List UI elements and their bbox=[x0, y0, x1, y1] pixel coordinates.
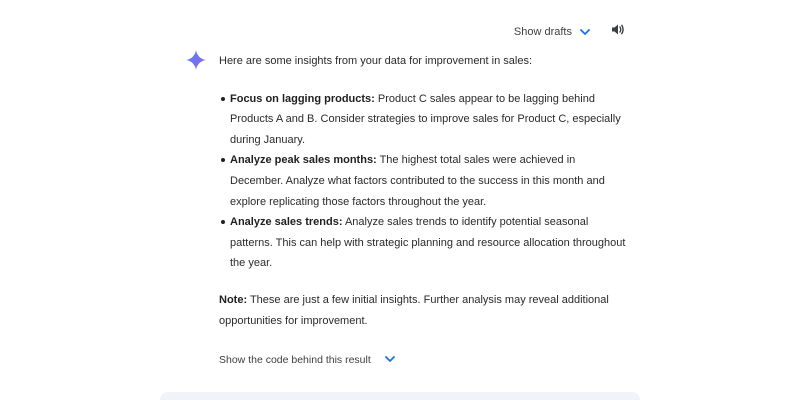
chat-response-view: Show drafts Here are some insights from … bbox=[0, 0, 800, 400]
note-text: These are just a few initial insights. F… bbox=[219, 293, 609, 327]
insight-title: Analyze peak sales months: bbox=[230, 154, 377, 167]
insight-title: Focus on lagging products: bbox=[230, 92, 375, 105]
insight-item-sales-trends: Analyze sales trends: Analyze sales tren… bbox=[221, 212, 629, 274]
show-drafts-button[interactable]: Show drafts bbox=[514, 22, 590, 42]
show-code-button[interactable]: Show the code behind this result bbox=[219, 354, 395, 366]
gemini-sparkle-icon bbox=[186, 50, 206, 70]
read-aloud-button[interactable] bbox=[606, 20, 630, 44]
show-code-label: Show the code behind this result bbox=[219, 354, 371, 366]
note-label: Note: bbox=[219, 293, 248, 306]
chevron-down-icon bbox=[580, 28, 590, 36]
response-body: Here are some insights from your data fo… bbox=[219, 51, 629, 331]
chevron-down-icon bbox=[384, 354, 395, 366]
response-note: Note: These are just a few initial insig… bbox=[219, 290, 629, 331]
response-intro: Here are some insights from your data fo… bbox=[219, 55, 533, 67]
show-drafts-label: Show drafts bbox=[513, 26, 572, 38]
volume-icon bbox=[611, 23, 625, 41]
insight-item-peak-sales: Analyze peak sales months: The highest t… bbox=[221, 150, 629, 212]
insight-item-lagging-products: Focus on lagging products: Product C sal… bbox=[221, 89, 629, 151]
prompt-composer[interactable] bbox=[160, 392, 640, 400]
response-actions: Show drafts bbox=[514, 20, 630, 44]
insights-list: Focus on lagging products: Product C sal… bbox=[219, 89, 629, 274]
insight-title: Analyze sales trends: bbox=[230, 216, 343, 229]
